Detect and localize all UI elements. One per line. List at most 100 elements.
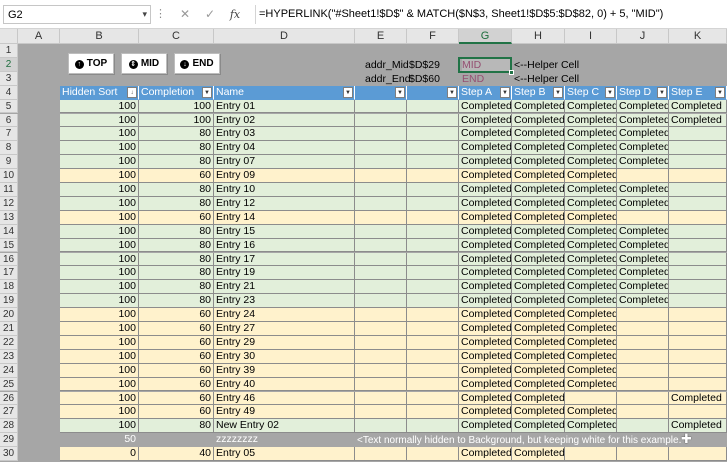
step-cell[interactable]: Completed <box>512 155 565 170</box>
blank-cell[interactable] <box>355 322 407 336</box>
step-cell[interactable]: Completed <box>512 113 565 128</box>
blank-cell[interactable] <box>407 266 459 281</box>
row-header[interactable]: 20 <box>0 308 18 322</box>
step-cell[interactable]: Completed <box>617 280 669 295</box>
name-cell[interactable]: Entry 03 <box>214 127 355 142</box>
step-cell[interactable] <box>617 349 669 364</box>
hidden-sort-cell[interactable]: 100 <box>60 335 139 350</box>
name-cell[interactable]: Entry 09 <box>214 169 355 183</box>
step-cell[interactable]: Completed <box>565 405 617 420</box>
filter-dropdown-icon[interactable]: ▼ <box>715 86 725 98</box>
step-cell[interactable]: Completed <box>459 99 512 114</box>
step-cell[interactable] <box>669 447 727 461</box>
name-cell[interactable]: Entry 16 <box>214 238 355 253</box>
filter-dropdown-icon[interactable]: ▼ <box>343 86 353 98</box>
step-cell[interactable]: Completed <box>459 210 512 225</box>
blank-cell[interactable] <box>407 419 459 434</box>
step-cell[interactable] <box>617 363 669 378</box>
completion-cell[interactable]: 80 <box>139 196 214 211</box>
blank-cell[interactable] <box>355 210 407 225</box>
column-header-j[interactable]: J <box>617 29 669 44</box>
name-cell[interactable]: Entry 04 <box>214 141 355 156</box>
step-cell[interactable]: Completed <box>565 322 617 336</box>
step-cell[interactable] <box>669 210 727 225</box>
hidden-sort-cell[interactable]: 100 <box>60 210 139 225</box>
blank-cell[interactable] <box>407 113 459 128</box>
step-cell[interactable]: Completed <box>617 294 669 309</box>
table-header[interactable]: ▼ <box>407 85 459 100</box>
column-header-e[interactable]: E <box>355 29 407 44</box>
step-cell[interactable]: Completed <box>565 155 617 170</box>
name-cell[interactable]: Entry 39 <box>214 363 355 378</box>
step-cell[interactable]: Completed <box>512 252 565 267</box>
row-header[interactable]: 18 <box>0 280 18 295</box>
mid-button[interactable]: ⇕ MID <box>121 52 167 74</box>
name-cell[interactable]: Entry 21 <box>214 280 355 295</box>
blank-cell[interactable] <box>355 266 407 281</box>
completion-cell[interactable]: 100 <box>139 99 214 114</box>
row-header[interactable]: 19 <box>0 294 18 309</box>
completion-cell[interactable]: 80 <box>139 127 214 142</box>
row-header[interactable]: 2 <box>0 57 18 72</box>
completion-cell[interactable]: 60 <box>139 363 214 378</box>
step-cell[interactable]: Completed <box>459 335 512 350</box>
filter-dropdown-icon[interactable]: ▼ <box>500 86 510 98</box>
row-header[interactable]: 25 <box>0 377 18 392</box>
step-cell[interactable] <box>617 322 669 336</box>
row-header[interactable]: 16 <box>0 252 18 267</box>
top-button[interactable]: ↑ TOP <box>68 52 114 74</box>
hidden-sort-cell[interactable]: 100 <box>60 363 139 378</box>
name-cell[interactable]: Entry 02 <box>214 113 355 128</box>
name-cell[interactable]: Entry 19 <box>214 266 355 281</box>
row-header[interactable]: 23 <box>0 349 18 364</box>
step-cell[interactable] <box>617 377 669 392</box>
step-cell[interactable] <box>669 363 727 378</box>
step-cell[interactable] <box>617 169 669 183</box>
step-cell[interactable]: Completed <box>512 99 565 114</box>
blank-cell[interactable] <box>407 294 459 309</box>
step-cell[interactable]: Completed <box>459 349 512 364</box>
hidden-sort-cell[interactable]: 100 <box>60 155 139 170</box>
hidden-sort-cell[interactable]: 100 <box>60 169 139 183</box>
name-cell[interactable]: Entry 24 <box>214 308 355 322</box>
step-cell[interactable]: Completed <box>565 113 617 128</box>
step-cell[interactable]: Completed <box>617 155 669 170</box>
table-header[interactable]: Step D ▼ <box>617 85 669 100</box>
step-cell[interactable]: Completed <box>565 127 617 142</box>
step-cell[interactable]: Completed <box>459 280 512 295</box>
blank-cell[interactable] <box>407 391 459 406</box>
hidden-sort-cell[interactable]: 100 <box>60 280 139 295</box>
step-cell[interactable] <box>669 322 727 336</box>
step-cell[interactable] <box>669 155 727 170</box>
blank-cell[interactable] <box>407 196 459 211</box>
blank-cell[interactable] <box>355 224 407 239</box>
row-header[interactable]: 6 <box>0 113 18 128</box>
step-cell[interactable]: Completed <box>669 419 727 434</box>
step-cell[interactable]: Completed <box>459 419 512 434</box>
hidden-sort-cell[interactable]: 100 <box>60 113 139 128</box>
step-cell[interactable]: Completed <box>565 210 617 225</box>
completion-cell[interactable]: 80 <box>139 238 214 253</box>
table-header[interactable]: Step E ▼ <box>669 85 727 100</box>
row-header[interactable]: 9 <box>0 155 18 170</box>
blank-cell[interactable] <box>407 127 459 142</box>
step-cell[interactable]: Completed <box>565 183 617 197</box>
table-header[interactable]: Completion ▼ <box>139 85 214 100</box>
name-cell[interactable]: Entry 14 <box>214 210 355 225</box>
step-cell[interactable] <box>669 377 727 392</box>
blank-cell[interactable] <box>355 349 407 364</box>
hidden-sort-cell[interactable]: 0 <box>60 447 139 461</box>
completion-cell[interactable]: 80 <box>139 280 214 295</box>
step-cell[interactable]: Completed <box>459 127 512 142</box>
row-header[interactable]: 11 <box>0 183 18 197</box>
step-cell[interactable]: Completed <box>512 322 565 336</box>
row-header[interactable]: 28 <box>0 419 18 434</box>
blank-cell[interactable] <box>355 308 407 322</box>
name-cell[interactable]: Entry 07 <box>214 155 355 170</box>
blank-cell[interactable] <box>407 363 459 378</box>
step-cell[interactable]: Completed <box>669 391 727 406</box>
name-cell[interactable]: Entry 29 <box>214 335 355 350</box>
row-header[interactable]: 26 <box>0 391 18 406</box>
step-cell[interactable]: Completed <box>512 141 565 156</box>
step-cell[interactable]: Completed <box>669 99 727 114</box>
